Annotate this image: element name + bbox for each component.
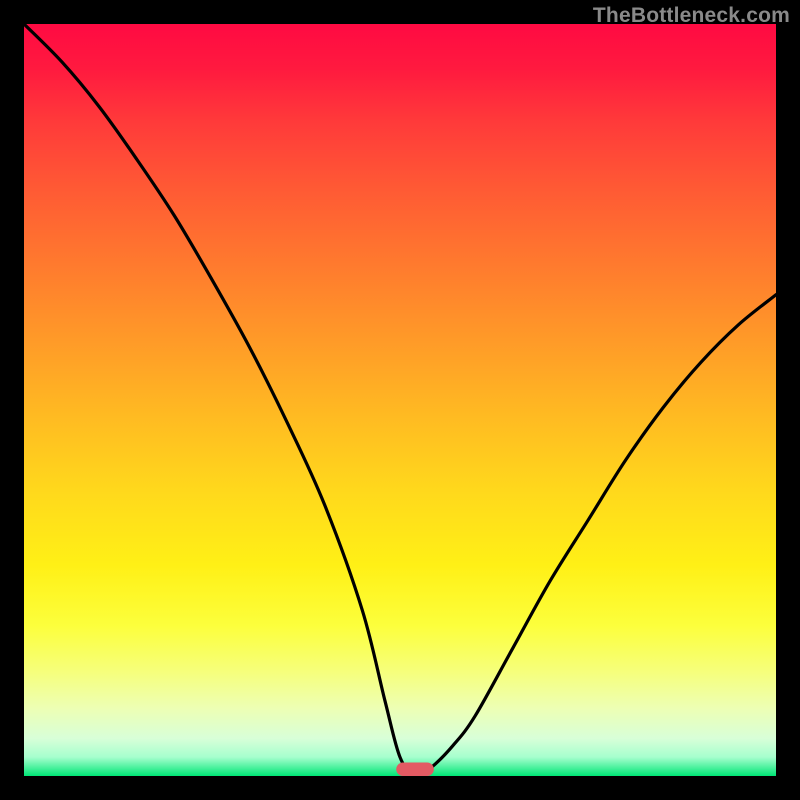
curve-layer	[24, 24, 776, 776]
plot-area	[24, 24, 776, 776]
chart-frame: TheBottleneck.com	[0, 0, 800, 800]
watermark-text: TheBottleneck.com	[593, 4, 790, 28]
bottleneck-curve	[24, 24, 776, 776]
optimum-marker	[396, 762, 434, 776]
